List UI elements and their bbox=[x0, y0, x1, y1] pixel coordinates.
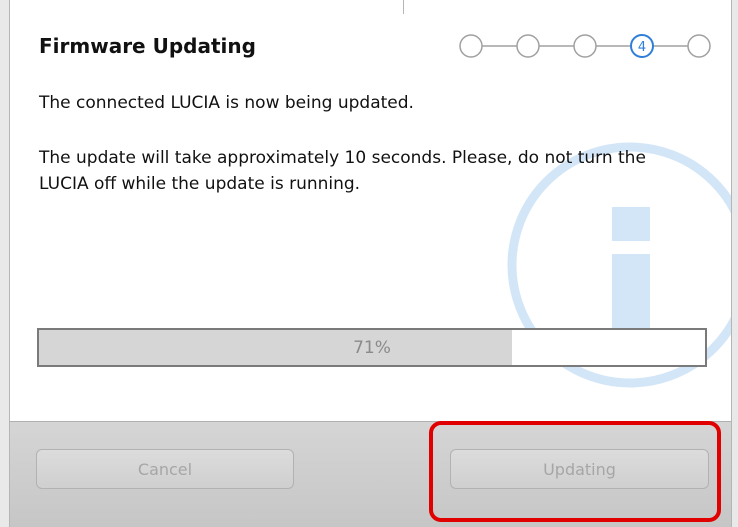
step-circle bbox=[687, 34, 711, 58]
cancel-button[interactable]: Cancel bbox=[36, 449, 294, 489]
update-status-text: The connected LUCIA is now being updated… bbox=[39, 93, 414, 113]
update-warning-text: The update will take approximately 10 se… bbox=[39, 148, 646, 194]
top-divider bbox=[403, 0, 404, 14]
step-circle bbox=[459, 34, 483, 58]
progress-bar: 71% bbox=[37, 328, 707, 367]
step-indicator: 4 bbox=[459, 34, 711, 58]
screen: Firmware Updating 4 The connected LUCIA … bbox=[0, 0, 738, 527]
dialog-title: Firmware Updating bbox=[39, 34, 256, 58]
firmware-update-dialog: Firmware Updating 4 The connected LUCIA … bbox=[9, 0, 732, 527]
step-circle bbox=[516, 34, 540, 58]
step-circle bbox=[573, 34, 597, 58]
step-current-label: 4 bbox=[638, 40, 646, 55]
updating-button[interactable]: Updating bbox=[450, 449, 709, 489]
progress-percent: 71% bbox=[353, 337, 391, 358]
dialog-footer: Cancel Updating bbox=[10, 421, 731, 527]
